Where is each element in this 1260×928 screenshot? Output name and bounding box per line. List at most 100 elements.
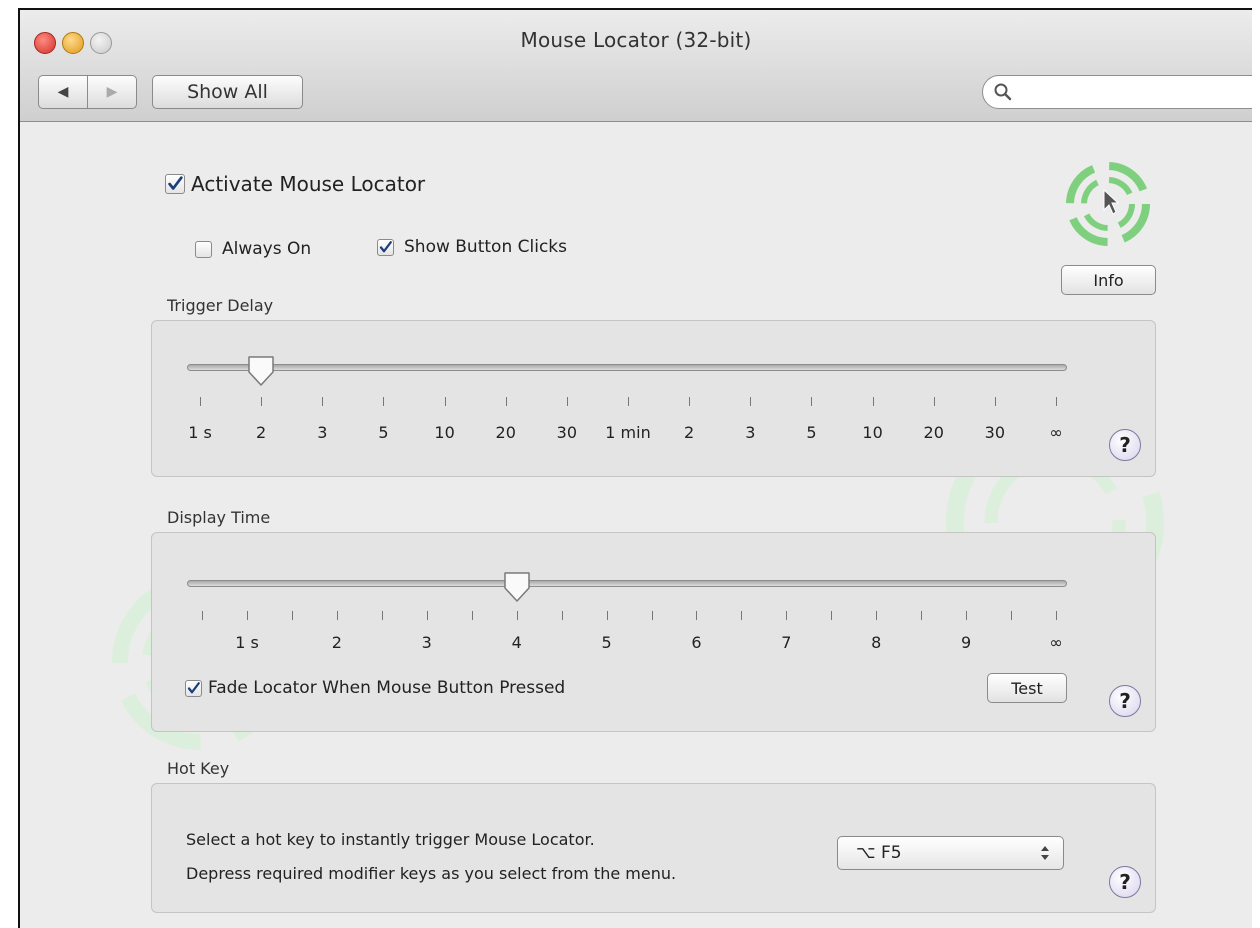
display-time-tick [426,611,428,620]
display-time-tick [741,611,743,620]
display-time-tick [786,611,788,620]
display-time-tick [1011,611,1013,620]
always-on-label: Always On [222,239,312,259]
back-button[interactable]: ◀ [38,75,88,109]
activate-checkbox[interactable]: Activate Mouse Locator [165,172,425,196]
search-input[interactable] [1019,80,1252,106]
trigger-delay-tick [811,397,813,406]
display-time-tick-label: 3 [421,633,432,652]
title-bar: Mouse Locator (32-bit) ◀ ▶ Show All [20,10,1252,122]
trigger-delay-tick-label: 20 [495,423,516,442]
triangle-left-icon: ◀ [57,84,69,100]
trigger-delay-tick [444,397,446,406]
show-button-clicks-checkbox[interactable]: Show Button Clicks [377,237,567,257]
trigger-delay-group: 1 s 2 3 5 10 20 30 1 min 2 3 5 10 20 30 ∞ ? [151,320,1156,477]
hot-key-instruction-2: Depress required modifier keys as you se… [186,864,677,883]
display-time-tick-label: 4 [511,633,522,652]
display-time-tick-label: 9 [961,633,972,652]
display-time-tick-label: 5 [601,633,612,652]
search-field[interactable] [982,75,1252,109]
activate-label: Activate Mouse Locator [191,172,426,196]
display-time-slider-thumb[interactable] [502,571,532,603]
checkmark-icon [168,176,183,190]
trigger-delay-tick-label: 30 [556,423,578,442]
fade-locator-box[interactable] [185,679,202,697]
display-time-tick-label: 8 [871,633,882,652]
trigger-delay-tick-label: 5 [806,423,817,442]
display-time-tick [606,611,608,620]
trigger-delay-tick-label: 10 [434,423,455,442]
display-time-tick [291,611,293,620]
trigger-delay-tick [200,397,201,406]
trigger-delay-tick-label: 1 s [188,423,212,442]
show-button-clicks-box[interactable] [377,238,394,256]
help-button[interactable]: ? [1109,866,1141,898]
trigger-delay-tick [322,397,324,406]
help-button[interactable]: ? [1109,685,1141,717]
window-title: Mouse Locator (32-bit) [520,28,752,52]
display-time-tick [516,611,518,620]
trigger-delay-tick [566,397,568,406]
display-time-label: Display Time [167,508,271,527]
trigger-delay-tick [689,397,691,406]
display-time-tick-label: 7 [781,633,792,652]
display-time-tick-label: 6 [691,633,702,652]
trigger-delay-tick [933,397,935,406]
search-icon [994,83,1012,101]
trigger-delay-tick-label: 30 [984,423,1006,442]
trigger-delay-tick-label: 3 [317,423,328,442]
test-button[interactable]: Test [987,673,1067,703]
trigger-delay-tick-label: 1 min [605,423,651,442]
display-time-group: 1 s 2 3 4 5 6 7 8 9 ∞ Fade Locator When Mouse But… [151,532,1156,732]
fade-locator-label: Fade Locator When Mouse Button Pressed [208,678,566,698]
help-button[interactable]: ? [1109,429,1141,461]
fade-locator-checkbox[interactable]: Fade Locator When Mouse Button Pressed [185,678,565,698]
display-time-tick-label: 1 s [235,633,259,652]
always-on-box[interactable] [195,240,212,258]
trigger-delay-tick-label: 3 [745,423,756,442]
trigger-delay-tick [872,397,874,406]
triangle-right-icon: ▶ [106,84,118,100]
preferences-window: Mouse Locator (32-bit) ◀ ▶ Show All Acti… [18,8,1252,928]
trigger-delay-tick [628,397,629,406]
mouse-locator-icon [1066,162,1150,246]
display-time-tick [1056,611,1057,620]
hot-key-selected: ⌥ F5 [856,843,902,863]
display-time-tick [336,611,338,620]
trigger-delay-track[interactable] [187,364,1067,371]
always-on-checkbox[interactable]: Always On [195,239,311,259]
display-time-tick [831,611,833,620]
hot-key-instruction-1: Select a hot key to instantly trigger Mo… [186,830,595,849]
hot-key-label: Hot Key [167,759,230,778]
display-time-tick [696,611,698,620]
hot-key-popup[interactable]: ⌥ F5 [837,836,1064,870]
display-time-tick [381,611,383,620]
checkmark-icon [379,240,392,252]
info-button[interactable]: Info [1061,265,1156,295]
display-time-tick-label: 2 [331,633,342,652]
preferences-content: Activate Mouse Locator Always On Show Bu… [20,122,1252,928]
trigger-delay-tick [505,397,507,406]
display-time-tick [966,611,968,620]
trigger-delay-tick-label: ∞ [1049,423,1063,442]
display-time-tick [202,611,204,620]
trigger-delay-tick-label: 20 [923,423,944,442]
display-time-tick [876,611,878,620]
display-time-tick [471,611,473,620]
forward-button[interactable]: ▶ [87,75,137,109]
trigger-delay-slider-thumb[interactable] [246,355,276,387]
show-all-button[interactable]: Show All [152,75,303,109]
trigger-delay-tick-label: 10 [862,423,883,442]
display-time-tick [921,611,923,620]
trigger-delay-tick [383,397,385,406]
checkmark-icon [187,681,200,693]
trigger-delay-tick-label: 2 [684,423,695,442]
display-time-tick [561,611,563,620]
trigger-delay-tick [994,397,996,406]
display-time-tick-label: ∞ [1049,633,1063,652]
trigger-delay-label: Trigger Delay [167,296,274,315]
display-time-track[interactable] [187,580,1067,587]
trigger-delay-tick-label: 2 [256,423,267,442]
hot-key-group: Select a hot key to instantly trigger Mo… [151,783,1156,913]
activate-checkbox-box[interactable] [165,174,185,194]
